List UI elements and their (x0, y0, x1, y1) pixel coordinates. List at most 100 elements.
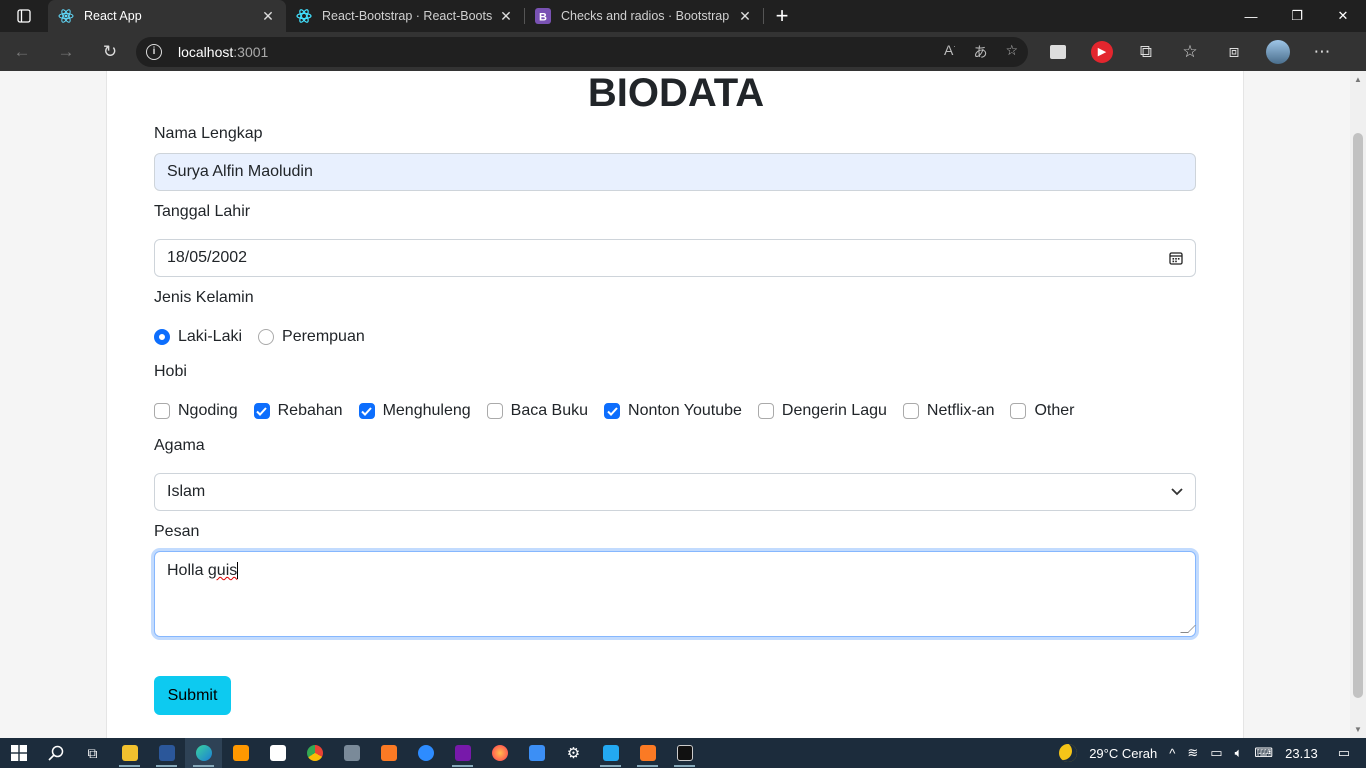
tab-checks-radios[interactable]: B Checks and radios · Bootstrap v5 ✕ (525, 0, 763, 32)
hobby-nonton-youtube[interactable]: Nonton Youtube (604, 402, 742, 420)
extensions-button[interactable]: ⧉ (1124, 36, 1168, 68)
gender-option-perempuan[interactable]: Perempuan (258, 328, 365, 346)
checkbox-ngoding[interactable] (154, 403, 170, 419)
address-bar-actions: Aᐧ あ ☆ (944, 42, 1018, 62)
religion-select[interactable]: Islam (154, 473, 1196, 511)
forward-arrow-icon: → (57, 41, 75, 61)
message-word: Holla (167, 562, 208, 579)
taskbar-todo[interactable] (518, 738, 555, 768)
tab-react-bootstrap[interactable]: React-Bootstrap · React-Bootstrap ✕ (286, 0, 524, 32)
address-bar[interactable]: i localhost:3001 Aᐧ あ ☆ (136, 36, 1028, 67)
taskbar-xampp-control[interactable] (629, 738, 666, 768)
checkbox-dengerin-lagu[interactable] (757, 403, 774, 419)
translate-icon[interactable]: あ (973, 42, 987, 62)
radio-laki-laki[interactable] (154, 329, 170, 345)
close-window-icon[interactable]: ✕ (1320, 0, 1366, 32)
weather-moon-icon[interactable] (1059, 744, 1078, 762)
keyboard-icon[interactable]: ⌨ (1254, 745, 1273, 761)
checkbox-label: Netflix-an (926, 402, 995, 419)
tab-react-app[interactable]: React App ✕ (48, 0, 286, 32)
wifi-icon[interactable]: ≋ (1187, 745, 1198, 761)
page-scrollbar[interactable]: ▲ ▼ (1350, 71, 1366, 738)
clock[interactable]: 23.13 (1285, 746, 1318, 761)
system-tray: 29°C Cerah ^ ≋ ▭ 🔈︎ ⌨ 23.13 ▭ (1053, 744, 1366, 762)
checkbox-netflix-an[interactable] (902, 403, 919, 419)
taskbar-word[interactable] (148, 738, 185, 768)
battery-icon[interactable]: ▭ (1210, 745, 1222, 761)
settings-menu-button[interactable]: ⋯ (1300, 36, 1344, 68)
scroll-down-icon[interactable]: ▼ (1354, 725, 1362, 734)
taskbar-xampp[interactable] (370, 738, 407, 768)
checkbox-nonton-youtube[interactable] (604, 403, 621, 419)
collections-button[interactable]: ⧈ (1212, 36, 1256, 68)
close-tab-icon[interactable]: ✕ (260, 8, 276, 25)
dob-input[interactable]: 18/05/2002 (154, 239, 1196, 277)
weather-text[interactable]: 29°C Cerah (1089, 746, 1157, 761)
hobby-other[interactable]: Other (1010, 402, 1074, 420)
browser-tab-strip: React App ✕ React-Bootstrap · React-Boot… (0, 0, 1366, 32)
hobby-baca-buku[interactable]: Baca Buku (486, 402, 588, 420)
close-tab-icon[interactable]: ✕ (737, 8, 753, 25)
hobby-menghuleng[interactable]: Menghuleng (358, 402, 471, 420)
checkbox-baca-buku[interactable] (486, 403, 503, 419)
favorites-button[interactable]: ☆ (1168, 36, 1212, 68)
taskbar-zoom[interactable] (407, 738, 444, 768)
extension-button[interactable] (1036, 36, 1080, 68)
taskbar-store[interactable] (259, 738, 296, 768)
hobby-dengerin-lagu[interactable]: Dengerin Lagu (757, 402, 887, 420)
checkbox-menghuleng[interactable] (358, 403, 375, 419)
tab-title: React App (84, 9, 142, 23)
taskbar-file-explorer[interactable] (111, 738, 148, 768)
text-caret (237, 562, 239, 580)
volume-icon[interactable]: 🔈︎ (1235, 745, 1243, 761)
hobby-rebahan[interactable]: Rebahan (253, 402, 343, 420)
religion-label: Agama (154, 437, 205, 454)
firefox-icon (491, 745, 508, 761)
site-info-icon[interactable]: i (146, 43, 162, 60)
checkbox-other[interactable] (1010, 403, 1027, 419)
notification-icon[interactable]: ▭ (1338, 745, 1350, 761)
chevron-up-icon[interactable]: ^ (1169, 746, 1175, 761)
message-textarea[interactable]: Holla guis (154, 551, 1196, 637)
extension-red-button[interactable]: ▶ (1080, 36, 1124, 68)
read-aloud-icon[interactable]: Aᐧ (944, 42, 955, 62)
biodata-form-card: BIODATA Nama Lengkap Surya Alfin Maoludi… (106, 71, 1244, 738)
tab-actions-button[interactable] (0, 0, 48, 32)
name-input[interactable]: Surya Alfin Maoludin (154, 153, 1196, 191)
refresh-button[interactable]: ↻ (88, 36, 132, 68)
submit-button[interactable]: Submit (154, 676, 231, 715)
checkbox-rebahan[interactable] (253, 403, 270, 419)
taskbar-firefox[interactable] (481, 738, 518, 768)
resize-handle[interactable] (1180, 625, 1196, 633)
taskbar-edge[interactable] (185, 738, 222, 768)
taskbar-onenote[interactable] (444, 738, 481, 768)
search-button[interactable] (37, 738, 74, 768)
taskbar-terminal[interactable] (666, 738, 703, 768)
new-tab-button[interactable]: + (764, 0, 800, 32)
start-button[interactable] (0, 738, 37, 768)
scroll-up-icon[interactable]: ▲ (1354, 75, 1362, 84)
back-button[interactable]: ← (0, 36, 44, 68)
hobby-netflix-an[interactable]: Netflix-an (902, 402, 995, 420)
forward-button[interactable]: → (44, 36, 88, 68)
taskbar-settings[interactable]: ⚙ (555, 738, 592, 768)
dob-value: 18/05/2002 (167, 249, 248, 266)
hobby-ngoding[interactable]: Ngoding (154, 402, 238, 420)
taskbar-calculator[interactable] (333, 738, 370, 768)
hobby-label: Hobi (154, 363, 187, 380)
calendar-icon[interactable] (1169, 251, 1183, 265)
favorite-add-icon[interactable]: ☆ (1005, 42, 1018, 62)
taskbar-vscode[interactable] (592, 738, 629, 768)
task-view-button[interactable]: ⧉ (74, 738, 111, 768)
tab-actions-icon (17, 9, 31, 23)
record-extension-icon: ▶ (1091, 40, 1113, 63)
scrollbar-thumb[interactable] (1353, 133, 1363, 698)
gender-option-laki-laki[interactable]: Laki-Laki (154, 328, 242, 346)
taskbar-sublime[interactable] (222, 738, 259, 768)
radio-perempuan[interactable] (258, 329, 275, 345)
taskbar-chrome[interactable] (296, 738, 333, 768)
close-tab-icon[interactable]: ✕ (498, 8, 514, 25)
profile-button[interactable] (1256, 36, 1300, 68)
minimize-icon[interactable]: — (1228, 0, 1274, 32)
restore-icon[interactable]: ❐ (1274, 0, 1320, 32)
